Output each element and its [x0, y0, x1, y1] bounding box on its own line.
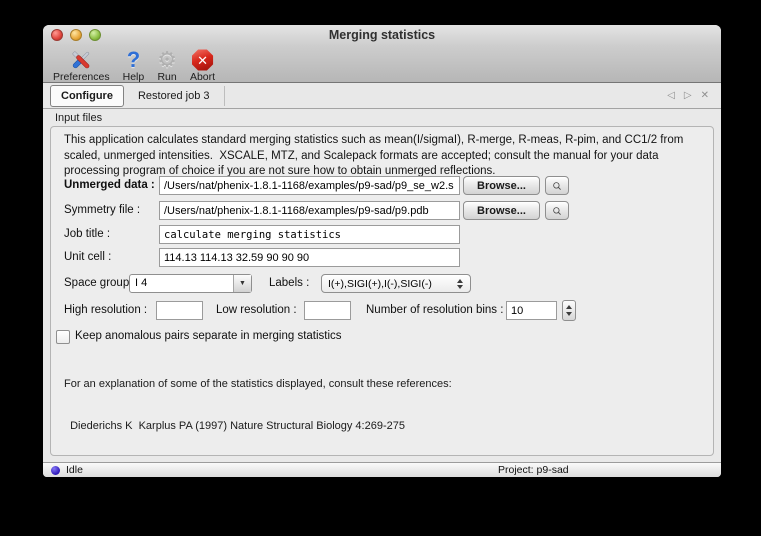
anomalous-checkbox-label: Keep anomalous pairs separate in merging…: [75, 327, 342, 346]
popup-stepper-icon: [452, 279, 470, 289]
anomalous-checkbox-row: Keep anomalous pairs separate in merging…: [51, 327, 713, 347]
magnifier-icon: [552, 203, 562, 219]
tab-bar: Configure Restored job 3 ◁ ▷ ✕: [43, 83, 721, 109]
tab-configure[interactable]: Configure: [50, 85, 124, 107]
configure-panel: Input files This application calculates …: [43, 109, 721, 462]
window-title: Merging statistics: [43, 25, 721, 46]
space-group-label: Space group :: [64, 274, 136, 293]
tab-restored-job-3-label: Restored job 3: [138, 90, 210, 102]
preferences-button[interactable]: Preferences: [53, 48, 110, 83]
help-icon: ?: [127, 48, 140, 72]
unmerged-data-magnifier-button[interactable]: [545, 176, 569, 195]
preferences-label: Preferences: [53, 72, 110, 83]
resolution-bins-input[interactable]: [506, 301, 557, 320]
reference-line: Diederichs K Karplus PA (1997) Nature St…: [64, 419, 452, 433]
abort-icon: ✕: [192, 48, 214, 72]
abort-label: Abort: [190, 72, 215, 83]
labels-popup-menu[interactable]: I(+),SIGI(+),I(-),SIGI(-): [321, 274, 471, 293]
app-window: Merging statistics: [43, 25, 721, 477]
help-label: Help: [123, 72, 145, 83]
input-files-groupbox: This application calculates standard mer…: [50, 126, 714, 456]
screenshot-background: Merging statistics: [0, 0, 761, 536]
high-resolution-label: High resolution :: [64, 301, 147, 320]
tab-forward-icon[interactable]: ▷: [684, 90, 692, 101]
labels-value: I(+),SIGI(+),I(-),SIGI(-): [322, 278, 452, 290]
titlebar: Merging statistics: [43, 25, 721, 46]
low-resolution-input[interactable]: [304, 301, 351, 320]
unit-cell-input[interactable]: [159, 248, 460, 267]
gear-icon: ⚙: [157, 48, 177, 72]
help-button[interactable]: ? Help: [123, 48, 145, 83]
unmerged-data-row: Unmerged data : Browse...: [51, 176, 713, 196]
high-resolution-input[interactable]: [156, 301, 203, 320]
tab-back-icon[interactable]: ◁: [667, 90, 675, 101]
magnifier-icon: [552, 178, 562, 194]
project-label: Project: p9-sad: [498, 464, 569, 476]
symmetry-file-row: Symmetry file : Browse...: [51, 201, 713, 221]
unmerged-data-browse-button[interactable]: Browse...: [463, 176, 540, 195]
status-indicator-icon: [51, 466, 60, 475]
app-description-text: This application calculates standard mer…: [64, 133, 704, 180]
run-label: Run: [157, 72, 176, 83]
resolution-bins-label: Number of resolution bins :: [366, 301, 503, 320]
run-button[interactable]: ⚙ Run: [157, 48, 177, 83]
space-group-value: I 4: [130, 275, 233, 292]
labels-label: Labels :: [269, 274, 309, 293]
status-bar: Idle Project: p9-sad: [43, 462, 721, 477]
job-title-row: Job title :: [51, 225, 713, 245]
symmetry-file-browse-button[interactable]: Browse...: [463, 201, 540, 220]
unit-cell-row: Unit cell :: [51, 248, 713, 268]
space-group-row: Space group : I 4 ▼ Labels : I(+),SIGI(+…: [51, 274, 713, 294]
tools-icon: [68, 48, 94, 72]
resolution-row: High resolution : Low resolution : Numbe…: [51, 301, 713, 321]
tab-close-icon[interactable]: ✕: [701, 90, 709, 101]
input-files-section-label: Input files: [55, 112, 102, 124]
status-text: Idle: [66, 464, 83, 476]
job-title-input[interactable]: [159, 225, 460, 244]
references-intro: For an explanation of some of the statis…: [64, 377, 452, 391]
resolution-bins-stepper[interactable]: [562, 300, 576, 321]
toolbar: Preferences ? Help ⚙ Run ✕ Abort: [43, 46, 721, 83]
symmetry-file-magnifier-button[interactable]: [545, 201, 569, 220]
chevron-down-icon: ▼: [233, 275, 251, 292]
tab-nav-controls: ◁ ▷ ✕: [667, 90, 721, 101]
unmerged-data-label: Unmerged data :: [64, 176, 155, 195]
anomalous-checkbox[interactable]: [56, 330, 70, 344]
unmerged-data-input[interactable]: [159, 176, 460, 195]
job-title-label: Job title :: [64, 225, 110, 244]
space-group-combobox[interactable]: I 4 ▼: [129, 274, 252, 293]
references-block: For an explanation of some of the statis…: [64, 349, 452, 477]
low-resolution-label: Low resolution :: [216, 301, 297, 320]
unit-cell-label: Unit cell :: [64, 248, 111, 267]
tab-configure-label: Configure: [61, 90, 113, 102]
symmetry-file-label: Symmetry file :: [64, 201, 140, 220]
symmetry-file-input[interactable]: [159, 201, 460, 220]
tab-restored-job-3[interactable]: Restored job 3: [124, 86, 225, 106]
abort-button[interactable]: ✕ Abort: [190, 48, 215, 83]
